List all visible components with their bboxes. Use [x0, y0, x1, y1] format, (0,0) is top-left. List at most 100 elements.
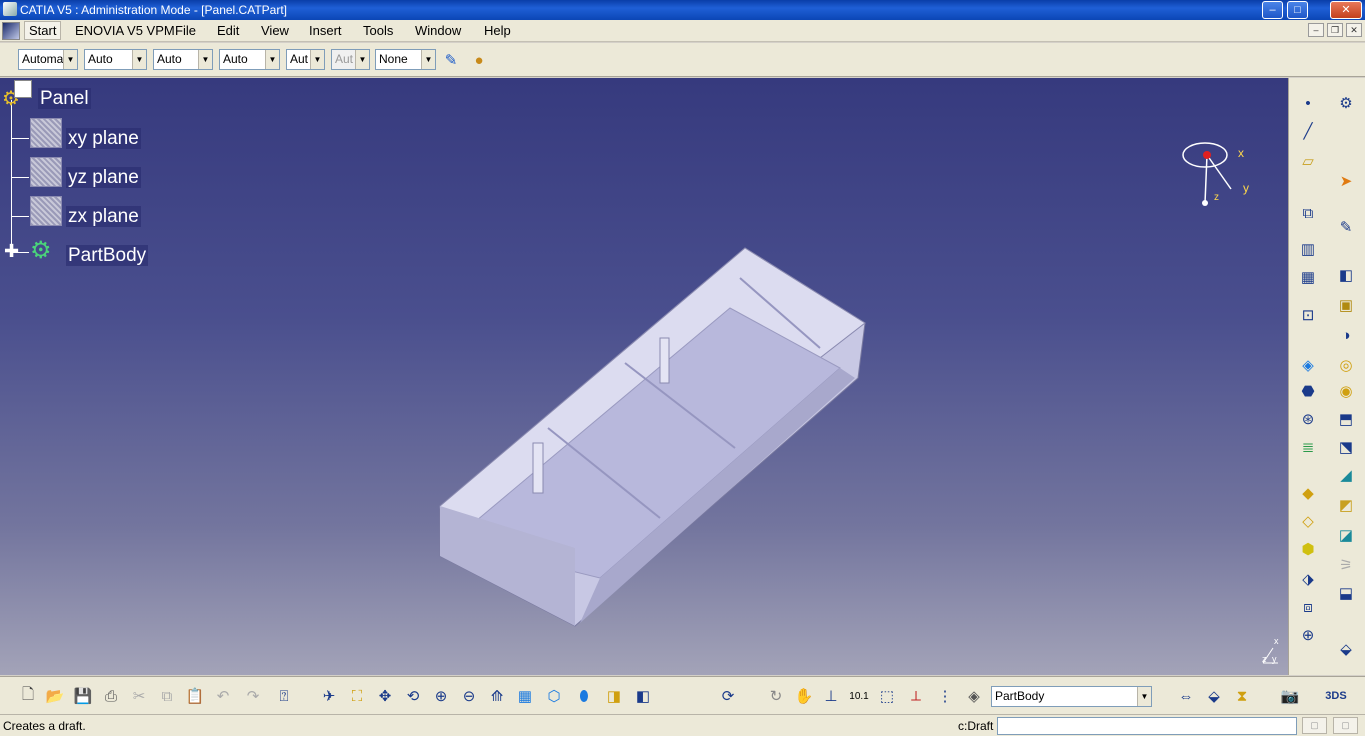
pocket-icon[interactable]: ▣ [1335, 294, 1357, 316]
capture-camera-icon[interactable]: 📷 [1279, 685, 1301, 707]
list-icon[interactable]: ⋮ [934, 685, 956, 707]
part-geometry[interactable] [0, 78, 1288, 675]
measure-between-icon[interactable]: ⟂ [905, 685, 927, 707]
point-symbol-combo[interactable]: Aut ▼ [286, 49, 325, 70]
menu-insert[interactable]: Insert [309, 23, 342, 38]
target-icon[interactable]: ⊕ [1297, 624, 1319, 646]
whats-this-help-icon[interactable]: ⍰ [273, 685, 295, 707]
sketcher-icon[interactable]: ✎ [1335, 216, 1357, 238]
shaft-icon[interactable]: ◑ [1335, 324, 1357, 346]
power-input-toggle-icon[interactable]: ▢ [1302, 717, 1327, 734]
units-icon[interactable]: 10.1 [848, 685, 870, 707]
power-input-stop-icon[interactable]: ▢ [1333, 717, 1358, 734]
transform-icon[interactable]: ⬗ [1297, 568, 1319, 590]
catia-logo-icon[interactable] [2, 22, 20, 40]
menu-start[interactable]: Start [24, 21, 62, 40]
normal-view-icon[interactable]: ⟰ [486, 685, 508, 707]
catalog-icon[interactable]: ⬙ [1203, 685, 1225, 707]
axis-system-create-icon[interactable]: ⊥ [820, 685, 842, 707]
save-icon[interactable]: 💾 [72, 685, 94, 707]
rotate-icon[interactable]: ⟲ [402, 685, 424, 707]
menu-window[interactable]: Window [415, 23, 461, 38]
open-folder-icon[interactable]: 📂 [44, 685, 66, 707]
power-input-field[interactable] [997, 717, 1297, 735]
paste-icon[interactable]: 📋 [184, 685, 206, 707]
menu-view[interactable]: View [261, 23, 289, 38]
line-type-combo[interactable]: Auto ▼ [219, 49, 280, 70]
hole-icon[interactable]: ◎ [1335, 354, 1357, 376]
partbody-gear-icon[interactable]: ⚙ [30, 236, 52, 265]
mdi-restore-button[interactable]: ❐ [1327, 23, 1343, 37]
work-on-support-icon[interactable]: ⇔ [1175, 685, 1197, 707]
fit-all-icon[interactable]: ⛶ [346, 685, 368, 707]
3d-object-icon[interactable]: ⬙ [1335, 638, 1357, 660]
scan-icon[interactable]: ⬚ [876, 685, 898, 707]
line-icon[interactable]: ╱ [1297, 120, 1319, 142]
point-icon[interactable]: • [1297, 92, 1319, 114]
rib-icon[interactable]: ⬒ [1335, 408, 1357, 430]
tree-item-partbody[interactable]: PartBody [66, 245, 149, 267]
draft-icon[interactable]: ◢ [1335, 464, 1357, 486]
groove-icon[interactable]: ◉ [1335, 380, 1357, 402]
zoom-out-icon[interactable]: ⊖ [458, 685, 480, 707]
zoom-in-icon[interactable]: ⊕ [430, 685, 452, 707]
menu-tools[interactable]: Tools [363, 23, 393, 38]
fly-mode-icon[interactable]: ✈ [318, 685, 340, 707]
boolean-icon[interactable]: ⬣ [1297, 380, 1319, 402]
maximize-button[interactable]: □ [1287, 1, 1308, 19]
hide-show-icon[interactable]: ◨ [603, 685, 625, 707]
plane-icon[interactable] [30, 157, 62, 187]
graphic-properties-icon[interactable]: ● [468, 49, 490, 71]
multi-view-icon[interactable]: ▦ [514, 685, 536, 707]
iso-view-icon[interactable]: ⬡ [543, 685, 565, 707]
shell-icon[interactable]: ◩ [1335, 494, 1357, 516]
constraint-icon[interactable]: ⊡ [1297, 304, 1319, 326]
tree-root-panel[interactable]: Panel [38, 88, 91, 110]
plane-create-icon[interactable]: ▱ [1297, 150, 1319, 172]
grid-icon[interactable]: ▦ [1297, 266, 1319, 288]
cube-icon[interactable]: ⬢ [1297, 538, 1319, 560]
select-arrow-icon[interactable]: ➤ [1335, 170, 1357, 192]
refresh-icon[interactable]: ↻ [765, 685, 787, 707]
tree-item-zx-plane[interactable]: zx plane [66, 206, 141, 228]
fill-color-combo[interactable]: Automa ▼ [18, 49, 78, 70]
tree-item-xy-plane[interactable]: xy plane [66, 128, 141, 150]
settings-gear-icon[interactable]: ⚙ [1335, 92, 1357, 114]
new-file-icon[interactable]: 🗋 [17, 685, 39, 707]
swap-visible-space-icon[interactable]: ◧ [632, 685, 654, 707]
fillet-icon[interactable]: ◆ [1297, 482, 1319, 504]
3d-viewport[interactable]: ⚙ Panel xy plane yz plane zx plane ✚ ⚙ P… [0, 78, 1288, 675]
plane-icon[interactable] [30, 196, 62, 226]
layer-combo[interactable]: None ▼ [375, 49, 436, 70]
thickness-icon[interactable]: ◪ [1335, 524, 1357, 546]
menu-edit[interactable]: Edit [217, 23, 239, 38]
transparency-combo[interactable]: Auto ▼ [84, 49, 147, 70]
update-icon[interactable]: ⟳ [717, 685, 739, 707]
mdi-minimize-button[interactable]: – [1308, 23, 1324, 37]
publication-icon[interactable]: ⧗ [1231, 685, 1253, 707]
pan-icon[interactable]: ✥ [374, 685, 396, 707]
close-button[interactable]: ✕ [1330, 1, 1362, 19]
tree-item-yz-plane[interactable]: yz plane [66, 167, 141, 189]
layers-icon[interactable]: ≣ [1297, 436, 1319, 458]
shading-icon[interactable]: ⬮ [573, 685, 595, 707]
mdi-close-button[interactable]: ✕ [1346, 23, 1362, 37]
current-body-combo[interactable]: PartBody ▼ [991, 686, 1152, 707]
change-body-icon[interactable]: ◈ [963, 685, 985, 707]
menu-enovia[interactable]: ENOVIA V5 VPM [75, 23, 175, 38]
minimize-button[interactable]: – [1262, 1, 1283, 19]
hand-icon[interactable]: ✋ [793, 685, 815, 707]
chamfer-icon[interactable]: ◇ [1297, 510, 1319, 532]
analysis-icon[interactable]: ⊛ [1297, 408, 1319, 430]
print-icon[interactable]: ⎙ [100, 685, 122, 707]
surface-icon[interactable]: ◈ [1297, 354, 1319, 376]
plane-icon[interactable] [30, 118, 62, 148]
slot-icon[interactable]: ⬔ [1335, 436, 1357, 458]
menu-help[interactable]: Help [484, 23, 511, 38]
line-weight-combo[interactable]: Auto ▼ [153, 49, 213, 70]
menu-file[interactable]: File [175, 23, 196, 38]
pad-icon[interactable]: ◧ [1335, 264, 1357, 286]
pattern-icon[interactable]: ⧈ [1297, 596, 1319, 618]
painter-icon[interactable]: ✎ [440, 49, 462, 71]
measure-icon[interactable]: ▥ [1297, 238, 1319, 260]
